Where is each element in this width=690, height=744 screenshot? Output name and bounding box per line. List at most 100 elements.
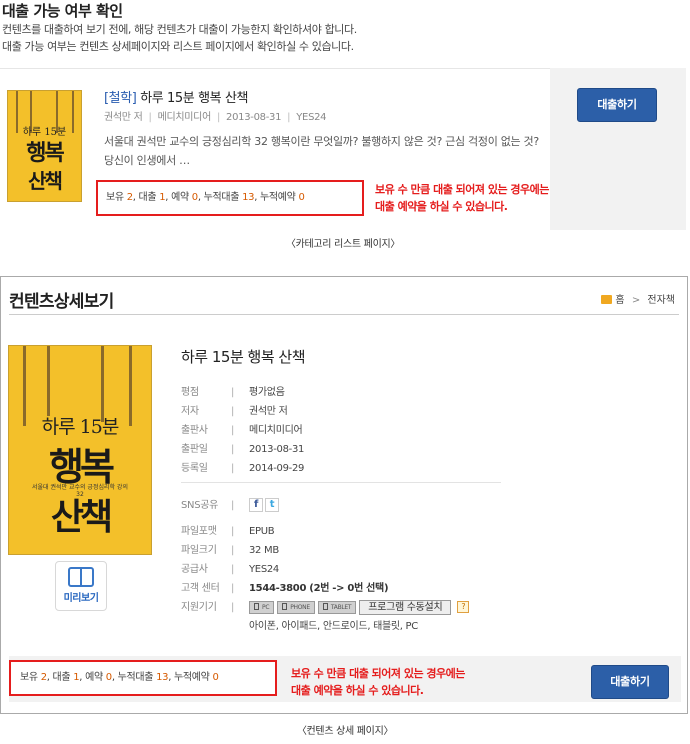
- info-value: 메디치미디어: [249, 425, 303, 436]
- total-reserve-label: 누적예약: [259, 192, 296, 203]
- loan-label: 대출: [138, 192, 157, 203]
- info-value: EPUB: [249, 526, 275, 537]
- reserve-count: 0: [191, 192, 198, 203]
- loan-label: 대출: [52, 672, 71, 683]
- device-pc-label: PC: [262, 603, 270, 611]
- page-title: 대출 가능 여부 확인: [2, 2, 123, 20]
- detail-header: 컨텐츠상세보기: [9, 292, 114, 312]
- crumb-separator: >: [631, 295, 641, 306]
- cover-line-1: 하루 15분: [41, 416, 120, 438]
- info-key: 등록일: [181, 463, 208, 474]
- cover-line-2: 행복: [26, 141, 64, 166]
- book-cover-large: 하루 15분 행복 서울대 권석만 교수의 긍정심리학 강의 32 산책: [8, 345, 152, 555]
- facebook-icon[interactable]: f: [249, 498, 263, 512]
- own-count: 2: [126, 192, 133, 203]
- info-key: 파일포맷: [181, 526, 217, 537]
- own-count: 2: [40, 672, 47, 683]
- info-support: 고객 센터 | 1544-3800 (2번 -> 0번 선택): [181, 579, 389, 594]
- reservation-note: 보유 수 만큼 대출 되어져 있는 경우에는 대출 예약을 하실 수 있습니다.: [375, 181, 549, 215]
- info-value: 평가없음: [249, 387, 285, 398]
- total-loan-label: 누적대출: [203, 192, 240, 203]
- book-title-link[interactable]: [철학] 하루 15분 행복 산책: [104, 87, 248, 106]
- total-reserve-label: 누적예약: [173, 672, 210, 683]
- info-value: 2014-09-29: [249, 463, 305, 474]
- info-key: 공급사: [181, 564, 208, 575]
- loan-count: 1: [159, 192, 166, 203]
- note-line-1: 보유 수 만큼 대출 되어져 있는 경우에는: [375, 183, 549, 196]
- info-regdate: 등록일 | 2014-09-29: [181, 459, 304, 474]
- detail-book-title: 하루 15분 행복 산책: [181, 348, 306, 366]
- cover-line-3: 산책: [28, 169, 63, 193]
- tree-decoration: [47, 346, 50, 416]
- preview-button[interactable]: 미리보기: [55, 561, 107, 611]
- info-devices: 지원기기 | PC PHONE TABLET 프로그램 수동설치?: [181, 598, 470, 615]
- pc-icon: [254, 602, 259, 610]
- note-line-2: 대출 예약을 하실 수 있습니다.: [375, 200, 508, 213]
- info-pubdate: 출판일 | 2013-08-31: [181, 440, 304, 455]
- cover-line-3: 산책: [50, 497, 113, 538]
- total-loan-label: 누적대출: [117, 672, 154, 683]
- breadcrumb: 홈 > 전자책: [601, 291, 675, 306]
- note-line-1: 보유 수 만큼 대출 되어져 있는 경우에는: [291, 667, 465, 680]
- loan-count: 1: [73, 672, 80, 683]
- twitter-icon[interactable]: t: [265, 498, 279, 512]
- borrow-button[interactable]: 대출하기: [591, 665, 669, 699]
- device-pc-badge: PC: [249, 600, 275, 614]
- info-sns: SNS공유 | f t: [181, 496, 279, 512]
- intro-line-1: 컨텐츠를 대출하여 보기 전에, 해당 컨텐츠가 대출이 가능한지 확인하셔야 …: [2, 23, 357, 36]
- info-size: 파일크기 | 32 MB: [181, 541, 279, 556]
- reserve-label: 예약: [85, 672, 103, 683]
- book-description: 서울대 권석만 교수의 긍정심리학 32 행복이란 무엇일까? 불행하지 않은 …: [104, 135, 539, 167]
- phone-icon: [282, 602, 288, 610]
- book-icon: [68, 567, 94, 587]
- intro-text: 컨텐츠를 대출하여 보기 전에, 해당 컨텐츠가 대출이 가능한지 확인하셔야 …: [2, 21, 357, 55]
- divider: [181, 482, 501, 483]
- info-key: 평점: [181, 387, 199, 398]
- info-key: 출판사: [181, 425, 208, 436]
- info-key: 출판일: [181, 444, 208, 455]
- info-supplier: 공급사 | YES24: [181, 560, 279, 575]
- author: 권석만 저: [104, 112, 143, 123]
- book-cover-thumbnail[interactable]: 하루 15분 행복 산책: [7, 90, 82, 202]
- loan-status-box: 보유 2, 대출 1, 예약 0, 누적대출 13, 누적예약 0: [9, 660, 277, 696]
- home-icon: [601, 295, 613, 304]
- device-phone-badge: PHONE: [277, 600, 315, 614]
- tablet-icon: [322, 602, 328, 610]
- loan-status-box: 보유 2, 대출 1, 예약 0, 누적대출 13, 누적예약 0: [96, 180, 364, 216]
- device-list-text: 아이폰, 아이패드, 안드로이드, 태블릿, PC: [249, 621, 418, 632]
- info-format: 파일포맷 | EPUB: [181, 522, 275, 537]
- own-label: 보유: [106, 192, 124, 203]
- pub-date: 2013-08-31: [226, 112, 282, 123]
- reservation-note: 보유 수 만큼 대출 되어져 있는 경우에는 대출 예약을 하실 수 있습니다.: [291, 665, 465, 699]
- borrow-button[interactable]: 대출하기: [577, 88, 657, 122]
- publisher: 메디치미디어: [157, 112, 212, 123]
- help-icon[interactable]: ?: [457, 601, 470, 613]
- device-list: 아이폰, 아이패드, 안드로이드, 태블릿, PC: [249, 617, 418, 632]
- info-key: SNS공유: [181, 500, 219, 511]
- info-value: 1544-3800 (2번 -> 0번 선택): [249, 583, 389, 594]
- book-meta: 권석만 저 | 메디치미디어 | 2013-08-31 | YES24: [104, 112, 327, 123]
- category-label[interactable]: [철학]: [104, 91, 137, 106]
- info-key: 저자: [181, 406, 199, 417]
- info-value: 권석만 저: [249, 406, 288, 417]
- note-line-2: 대출 예약을 하실 수 있습니다.: [291, 684, 424, 697]
- book-title[interactable]: 하루 15분 행복 산책: [140, 91, 248, 106]
- info-value: 2013-08-31: [249, 444, 305, 455]
- manual-install-button[interactable]: 프로그램 수동설치: [359, 599, 452, 615]
- crumb-home[interactable]: 홈: [615, 295, 624, 306]
- total-reserve-count: 0: [298, 192, 305, 203]
- info-value: YES24: [249, 564, 279, 575]
- total-reserve-count: 0: [212, 672, 219, 683]
- own-label: 보유: [20, 672, 38, 683]
- info-author: 저자 | 권석만 저: [181, 402, 288, 417]
- reserve-label: 예약: [171, 192, 189, 203]
- info-key: 지원기기: [181, 602, 217, 613]
- device-tablet-label: TABLET: [330, 603, 352, 611]
- tree-decoration: [101, 346, 104, 422]
- crumb-current[interactable]: 전자책: [647, 295, 675, 306]
- divider: [9, 314, 679, 315]
- caption-list-page: 〈카테고리 리스트 페이지〉: [285, 239, 401, 250]
- intro-line-2: 대출 가능 여부는 컨텐츠 상세페이지와 리스트 페이지에서 확인하실 수 있습…: [2, 40, 354, 53]
- total-loan-count: 13: [156, 672, 169, 683]
- info-publisher: 출판사 | 메디치미디어: [181, 421, 303, 436]
